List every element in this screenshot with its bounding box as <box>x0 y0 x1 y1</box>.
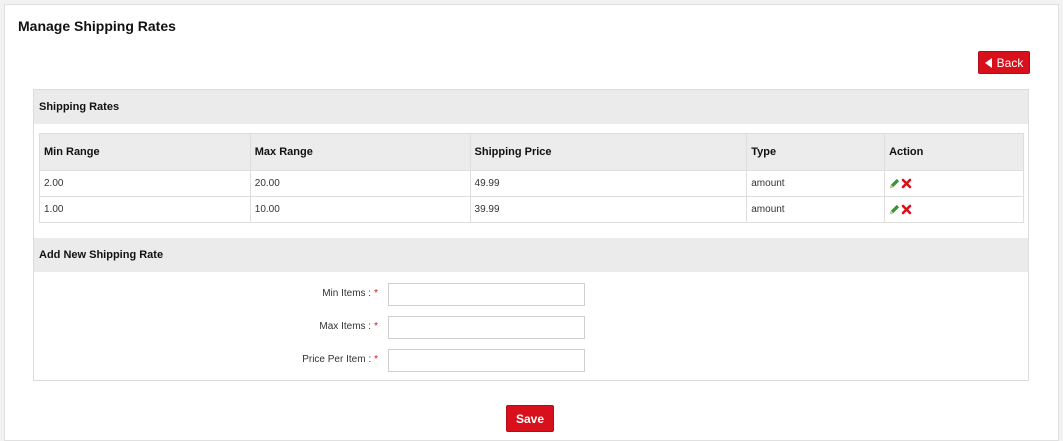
arrow-left-icon <box>984 57 992 68</box>
min-items-label: Min Items : * <box>322 288 378 299</box>
cell-shipping-price: 39.99 <box>469 196 748 223</box>
cell-shipping-price: 49.99 <box>469 170 748 197</box>
required-mark: * <box>374 321 378 332</box>
price-per-item-label: Price Per Item : * <box>302 354 378 365</box>
back-button-label: Back <box>996 55 1024 70</box>
save-button[interactable]: Save <box>506 405 554 432</box>
price-per-item-input[interactable] <box>388 349 585 372</box>
cell-type: amount <box>746 196 886 223</box>
column-header-min-range: Min Range <box>39 133 251 171</box>
shipping-panel: Shipping Rates Min Range Max Range Shipp… <box>33 89 1029 381</box>
edit-icon[interactable] <box>889 178 900 189</box>
column-header-action: Action <box>884 133 1024 171</box>
column-header-max-range: Max Range <box>249 133 471 171</box>
price-per-item-row: Price Per Item : * <box>34 349 1028 373</box>
cell-action <box>884 170 1024 197</box>
edit-icon[interactable] <box>889 204 900 215</box>
delete-icon[interactable] <box>901 178 912 189</box>
cell-min-range: 1.00 <box>39 196 251 223</box>
required-mark: * <box>374 288 378 299</box>
back-button[interactable]: Back <box>978 51 1030 74</box>
page-title: Manage Shipping Rates <box>18 18 176 34</box>
column-header-type: Type <box>746 133 886 171</box>
column-header-shipping-price: Shipping Price <box>469 133 748 171</box>
table-header-row: Min Range Max Range Shipping Price Type … <box>39 133 1024 171</box>
min-items-row: Min Items : * <box>34 283 1028 307</box>
max-items-label: Max Items : * <box>319 321 378 332</box>
cell-max-range: 10.00 <box>249 196 471 223</box>
add-shipping-rate-header: Add New Shipping Rate <box>34 238 1028 272</box>
cell-max-range: 20.00 <box>249 170 471 197</box>
cell-type: amount <box>746 170 886 197</box>
cell-min-range: 2.00 <box>39 170 251 197</box>
table-row: 2.00 20.00 49.99 amount <box>39 170 1024 197</box>
min-items-input[interactable] <box>388 283 585 306</box>
max-items-row: Max Items : * <box>34 316 1028 340</box>
cell-action <box>884 196 1024 223</box>
delete-icon[interactable] <box>901 204 912 215</box>
shipping-rates-header: Shipping Rates <box>34 90 1028 124</box>
table-row: 1.00 10.00 39.99 amount <box>39 196 1024 223</box>
page-container: Manage Shipping Rates Back Shipping Rate… <box>4 4 1059 441</box>
shipping-rates-table: Min Range Max Range Shipping Price Type … <box>39 133 1024 223</box>
max-items-input[interactable] <box>388 316 585 339</box>
required-mark: * <box>374 354 378 365</box>
